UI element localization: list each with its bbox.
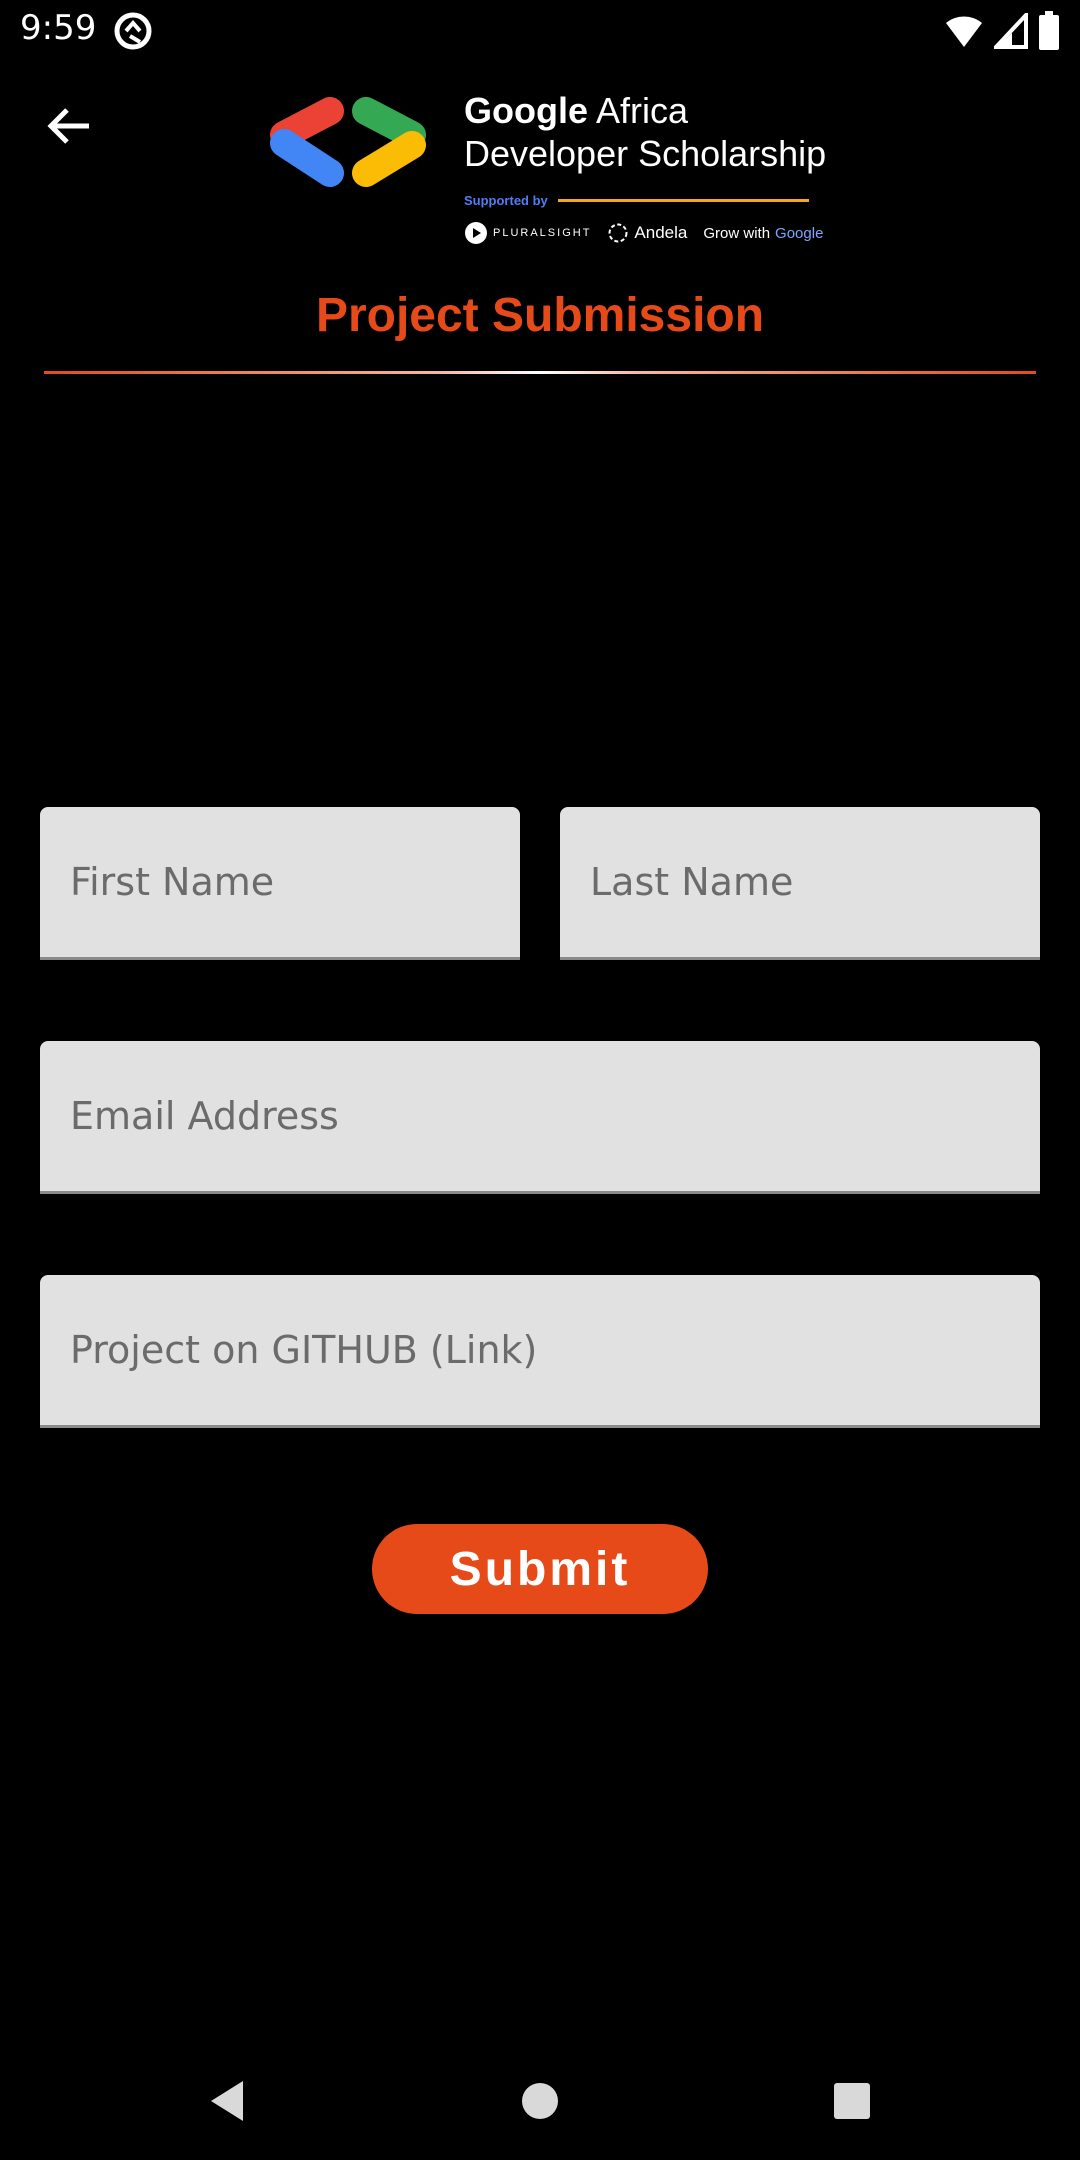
pluralsight-icon: [465, 222, 487, 244]
battery-icon: [1039, 11, 1059, 50]
system-nav-bar: [0, 2040, 1080, 2160]
pluralsight-label: PLURALSIGHT: [493, 227, 592, 239]
signal-icon: [994, 13, 1028, 49]
wifi-icon: [946, 16, 982, 47]
nav-home-button[interactable]: [517, 2078, 563, 2124]
brand-google: Google: [464, 90, 588, 131]
back-triangle-icon: [211, 2081, 243, 2121]
recents-square-icon: [834, 2083, 870, 2119]
nav-back-button[interactable]: [204, 2078, 250, 2124]
andela-icon: [608, 223, 628, 243]
grow-with-label: Grow with: [703, 224, 771, 242]
supported-by-row: Supported by: [464, 190, 809, 210]
nav-recents-button[interactable]: [829, 2078, 875, 2124]
first-name-input[interactable]: [40, 807, 520, 957]
brand-africa: Africa: [588, 90, 689, 131]
brand-title: Google Africa Developer Scholarship: [464, 90, 827, 176]
brand-line-1: Google Africa: [464, 90, 824, 132]
status-time: 9:59: [20, 8, 97, 48]
gads-logo: [270, 97, 426, 187]
partners-row: PLURALSIGHT Andela Grow with Google: [464, 220, 823, 246]
supported-by-label: Supported by: [464, 192, 548, 208]
supported-by-divider: [557, 198, 809, 202]
partner-grow-with-google: Grow with Google: [703, 225, 823, 242]
last-name-field: [560, 807, 1040, 960]
status-icons: [944, 10, 1060, 52]
partner-andela: Andela: [607, 222, 687, 244]
partner-pluralsight: PLURALSIGHT: [464, 221, 591, 245]
brand-line-2: Developer Scholarship: [464, 133, 827, 174]
github-link-field: [40, 1275, 1040, 1428]
first-name-field: [40, 807, 520, 960]
email-field: [40, 1041, 1040, 1194]
status-bar: 9:59: [0, 0, 1080, 62]
submit-button[interactable]: Submit: [372, 1524, 708, 1614]
google-label: Google: [775, 224, 824, 242]
home-circle-icon: [522, 2083, 558, 2119]
title-divider: [44, 371, 1036, 374]
notification-icon: [114, 12, 152, 50]
arrow-back-icon: [47, 108, 89, 144]
last-name-input[interactable]: [560, 807, 1040, 957]
andela-label: Andela: [634, 223, 688, 242]
github-link-input[interactable]: [40, 1275, 1040, 1425]
back-button[interactable]: [36, 92, 104, 160]
email-input[interactable]: [40, 1041, 1040, 1191]
page-title: Project Submission: [315, 289, 765, 342]
